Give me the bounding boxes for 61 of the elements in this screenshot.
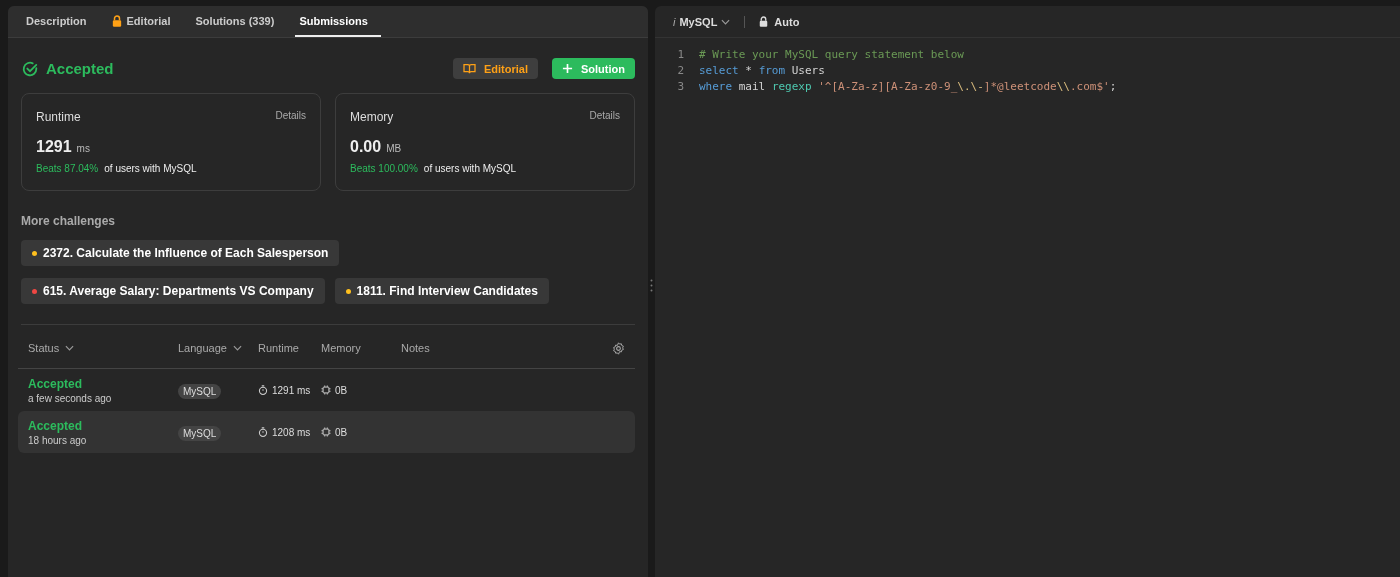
code-line: # Write your MySQL query statement below: [699, 47, 964, 61]
stat-title: Runtime: [36, 110, 81, 124]
details-link[interactable]: Details: [589, 110, 620, 124]
challenge-link[interactable]: 2372. Calculate the Influence of Each Salesperson: [21, 240, 340, 266]
challenge-link[interactable]: 615. Average Salary: Departments VS Company: [21, 278, 325, 304]
chevron-down-icon: [232, 345, 242, 351]
tab[interactable]: Solutions (339): [191, 6, 288, 37]
language-tag: MySQL: [178, 384, 222, 399]
chip-icon: [321, 385, 331, 395]
editorial-button[interactable]: Editorial: [453, 58, 538, 79]
column-header[interactable]: Language: [178, 342, 258, 354]
status-text: Accepted: [28, 376, 84, 391]
stat-unit: ms: [76, 143, 90, 154]
memory-text: 0B: [335, 384, 348, 396]
column-header: Notes: [401, 342, 430, 354]
line-number: 3: [676, 79, 685, 93]
stopwatch-icon: [258, 385, 268, 395]
stopwatch-icon: [258, 427, 268, 437]
language-selector[interactable]: i MySQL: [673, 15, 731, 28]
details-link[interactable]: Details: [275, 110, 306, 124]
stat-title: Memory: [350, 110, 394, 124]
lock-icon: [759, 16, 769, 27]
mode-label: Auto: [774, 15, 800, 28]
code-line: where mail regexp '^[A-Za-z][A-Za-z0-9_\.\-]*@leetcode\\.com$';: [699, 79, 1117, 93]
beats-text: Beats 87.04%: [36, 163, 99, 174]
column-header[interactable]: Status: [18, 342, 178, 354]
challenge-link[interactable]: 1811. Find Interview Candidates: [334, 278, 549, 304]
chevron-down-icon: [721, 18, 731, 25]
memory-text: 0B: [335, 426, 348, 438]
lock-icon: [111, 14, 122, 27]
stat-unit: MB: [386, 143, 402, 154]
runtime-text: 1291 ms: [272, 384, 311, 396]
tab[interactable]: Description: [22, 6, 100, 37]
status-text: Accepted: [46, 60, 114, 77]
drag-handle-icon[interactable]: [650, 279, 653, 292]
beats-text: Beats 100.00%: [350, 163, 418, 174]
submission-row[interactable]: Accepted a few seconds ago MySQL 1291 ms 0B: [18, 369, 635, 411]
chevron-down-icon: [65, 345, 75, 351]
tab[interactable]: Editorial: [107, 6, 184, 37]
column-header: Runtime: [258, 342, 300, 354]
check-circle-icon: [21, 59, 39, 78]
settings-icon[interactable]: [612, 341, 625, 355]
beats-suffix: of users with MySQL: [423, 163, 517, 174]
line-number: 2: [676, 63, 685, 77]
runtime-text: 1208 ms: [272, 426, 311, 438]
tab[interactable]: Submissions: [295, 6, 381, 37]
plus-icon: [562, 63, 573, 74]
chip-icon: [321, 427, 331, 437]
status-text: Accepted: [28, 418, 84, 433]
stat-value: 1291: [36, 138, 72, 156]
time-text: a few seconds ago: [28, 392, 113, 404]
stat-value: 0.00: [350, 138, 382, 156]
line-number: 1: [676, 47, 685, 61]
section-heading: More challenges: [21, 214, 117, 228]
time-text: 18 hours ago: [28, 434, 88, 446]
language-tag: MySQL: [178, 426, 222, 441]
column-header: Memory: [321, 342, 362, 354]
submission-row[interactable]: Accepted 18 hours ago MySQL 1208 ms 0B: [18, 411, 635, 453]
book-icon: [463, 63, 476, 74]
beats-suffix: of users with MySQL: [104, 163, 197, 174]
code-line: select * from Users: [699, 63, 825, 77]
